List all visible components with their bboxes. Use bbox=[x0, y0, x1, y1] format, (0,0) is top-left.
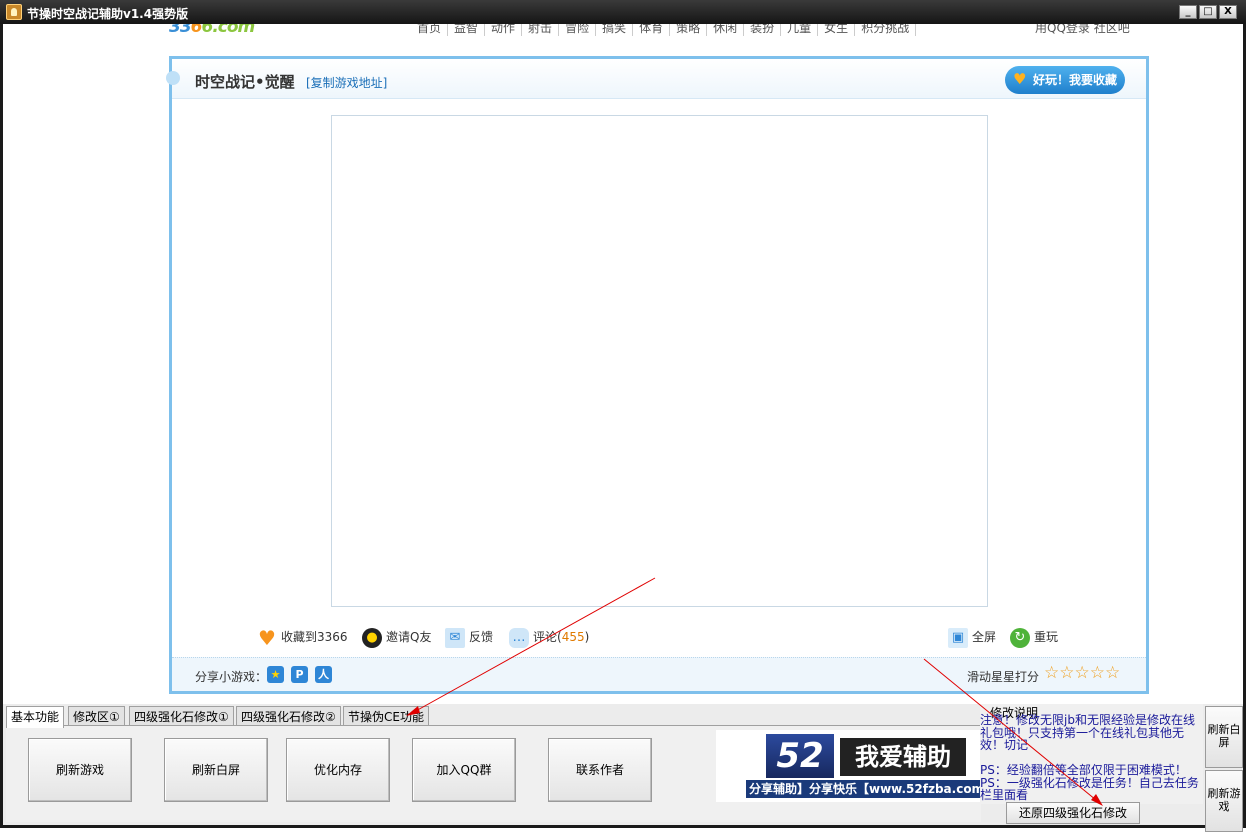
comment-icon: … bbox=[509, 627, 529, 648]
banner-title: 我爱辅助 bbox=[840, 738, 966, 776]
game-action-bar: ♥ 收藏到3366 ● 邀请Q友 ✉ 反馈 … 评论(455) ▣ 全屏 ↻ 重玩 bbox=[172, 624, 1146, 650]
logo-part: 6 bbox=[190, 24, 203, 37]
site-top-nav: 3366.com 首页 益智 动作 射击 冒险 搞笑 体育 策略 休闲 装扮 儿童 女生 积分挑战 用Q… bbox=[3, 24, 1243, 38]
collect-label: 收藏到3366 bbox=[281, 630, 348, 644]
site-logo[interactable]: 3366.com bbox=[169, 24, 256, 37]
nav-link[interactable]: 休闲 bbox=[707, 24, 745, 36]
site-nav-links: 首页 益智 动作 射击 冒险 搞笑 体育 策略 休闲 装扮 儿童 女生 积分挑战 bbox=[411, 24, 917, 36]
refresh-game-button[interactable]: 刷新游戏 bbox=[28, 738, 132, 802]
comment-count: 455 bbox=[561, 630, 585, 644]
close-button[interactable]: X bbox=[1219, 5, 1237, 19]
app-window: 节操时空战记辅助v1.4强势版 _ □ X 3366.com 首页 益智 动作 射击冒… bbox=[0, 0, 1246, 832]
tab-stone-1[interactable]: 四级强化石修改① bbox=[129, 706, 234, 726]
pengyou-share-icon[interactable]: P bbox=[291, 666, 308, 683]
copy-game-url-link[interactable]: [复制游戏地址] bbox=[306, 74, 387, 91]
logo-part: 33 bbox=[169, 24, 192, 37]
feedback-action[interactable]: ✉ 反馈 bbox=[445, 624, 493, 650]
tab-ce[interactable]: 节操伪CE功能 bbox=[343, 706, 429, 726]
side-refresh-white-button[interactable]: 刷新白屏 bbox=[1205, 706, 1243, 768]
optimize-memory-button[interactable]: 优化内存 bbox=[286, 738, 390, 802]
join-qq-group-button[interactable]: 加入QQ群 bbox=[412, 738, 516, 802]
nav-link[interactable]: 积分挑战 bbox=[855, 24, 917, 36]
replay-icon: ↻ bbox=[1010, 627, 1030, 648]
nav-link[interactable]: 体育 bbox=[633, 24, 671, 36]
replay-action[interactable]: ↻ 重玩 bbox=[1010, 624, 1058, 650]
notes-text: 注意！修改无限jb和无限经验是修改在线礼包哦！只支持第一个在线礼包其他无效！切记… bbox=[980, 713, 1199, 802]
contact-author-button[interactable]: 联系作者 bbox=[548, 738, 652, 802]
invite-label: 邀请Q友 bbox=[386, 630, 432, 644]
tab-stone-2[interactable]: 四级强化石修改② bbox=[236, 706, 341, 726]
favorite-button-label: 好玩！我要收藏 bbox=[1033, 73, 1118, 87]
nav-link[interactable]: 策略 bbox=[670, 24, 708, 36]
minimize-button[interactable]: _ bbox=[1179, 5, 1197, 19]
game-container: 时空战记•觉醒 [复制游戏地址] ♥ 好玩！我要收藏 ♥ 收藏到3366 ● 邀请Q… bbox=[166, 56, 1149, 694]
comment-label-close: ) bbox=[584, 630, 590, 644]
tab-basic[interactable]: 基本功能 bbox=[6, 706, 65, 728]
game-header: 时空战记•觉醒 [复制游戏地址] ♥ 好玩！我要收藏 bbox=[166, 59, 1146, 99]
comment-action[interactable]: … 评论(455) bbox=[509, 624, 589, 650]
feedback-label: 反馈 bbox=[469, 630, 494, 644]
nav-link[interactable]: 搞笑 bbox=[596, 24, 634, 36]
comment-label: 评论( bbox=[533, 630, 562, 644]
banner-url: 分享辅助】分享快乐【www.52fzba.com bbox=[746, 780, 981, 798]
tool-panel: 基本功能 修改区① 四级强化石修改① 四级强化石修改② 节操伪CE功能 刷新游戏… bbox=[3, 704, 1243, 832]
nav-link[interactable]: 装扮 bbox=[744, 24, 782, 36]
favorite-button[interactable]: ♥ 好玩！我要收藏 bbox=[1005, 66, 1125, 94]
title-bar[interactable]: 节操时空战记辅助v1.4强势版 _ □ X bbox=[0, 0, 1246, 24]
heart-icon: ♥ bbox=[258, 625, 276, 650]
rate-label: 滑动星星打分 bbox=[967, 670, 1040, 684]
nav-link[interactable]: 儿童 bbox=[781, 24, 819, 36]
nav-link[interactable]: 动作 bbox=[485, 24, 523, 36]
login-links[interactable]: 用QQ登录 社区吧 bbox=[1035, 24, 1130, 36]
share-bar: 分享小游戏： ★ P 人 滑动星星打分 ☆☆☆☆☆ bbox=[172, 657, 1146, 691]
restore-stone-button[interactable]: 还原四级强化石修改 bbox=[1006, 802, 1140, 824]
nav-link[interactable]: 冒险 bbox=[559, 24, 597, 36]
collect-action[interactable]: ♥ 收藏到3366 bbox=[257, 624, 348, 650]
side-refresh-game-button[interactable]: 刷新游戏 bbox=[1205, 770, 1243, 832]
game-title: 时空战记•觉醒 bbox=[195, 73, 295, 91]
ad-banner[interactable]: 52 我爱辅助 分享辅助】分享快乐【www.52fzba.com bbox=[716, 730, 981, 802]
invite-action[interactable]: ● 邀请Q友 bbox=[362, 624, 431, 650]
maximize-button[interactable]: □ bbox=[1199, 5, 1217, 19]
renren-share-icon[interactable]: 人 bbox=[315, 666, 332, 683]
header-bullet-icon bbox=[166, 71, 180, 85]
qq-penguin-icon: ● bbox=[362, 627, 382, 648]
nav-link[interactable]: 益智 bbox=[448, 24, 486, 36]
fullscreen-label: 全屏 bbox=[972, 630, 997, 644]
fullscreen-icon: ▣ bbox=[948, 627, 968, 648]
fullscreen-action[interactable]: ▣ 全屏 bbox=[948, 624, 996, 650]
tab-modify-1[interactable]: 修改区① bbox=[68, 706, 125, 726]
refresh-white-screen-button[interactable]: 刷新白屏 bbox=[164, 738, 268, 802]
game-canvas[interactable] bbox=[331, 115, 988, 607]
replay-label: 重玩 bbox=[1034, 630, 1059, 644]
share-label: 分享小游戏： bbox=[195, 670, 268, 684]
mail-icon: ✉ bbox=[445, 627, 465, 648]
nav-link[interactable]: 首页 bbox=[411, 24, 449, 36]
modify-notes: 修改说明 注意！修改无限jb和无限经验是修改在线礼包哦！只支持第一个在线礼包其他… bbox=[980, 704, 1203, 804]
nav-link[interactable]: 射击 bbox=[522, 24, 560, 36]
heart-icon: ♥ bbox=[1013, 70, 1027, 88]
app-icon bbox=[6, 4, 22, 20]
browser-view: 3366.com 首页 益智 动作 射击 冒险 搞笑 体育 策略 休闲 装扮 儿童 女生 积分挑战 用Q… bbox=[3, 24, 1243, 704]
banner-number: 52 bbox=[766, 734, 834, 778]
window-title: 节操时空战记辅助v1.4强势版 bbox=[27, 7, 189, 21]
star-rating[interactable]: ☆☆☆☆☆ bbox=[1044, 663, 1120, 683]
qzone-share-icon[interactable]: ★ bbox=[267, 666, 284, 683]
nav-link[interactable]: 女生 bbox=[818, 24, 856, 36]
logo-part: 6.com bbox=[201, 24, 256, 37]
